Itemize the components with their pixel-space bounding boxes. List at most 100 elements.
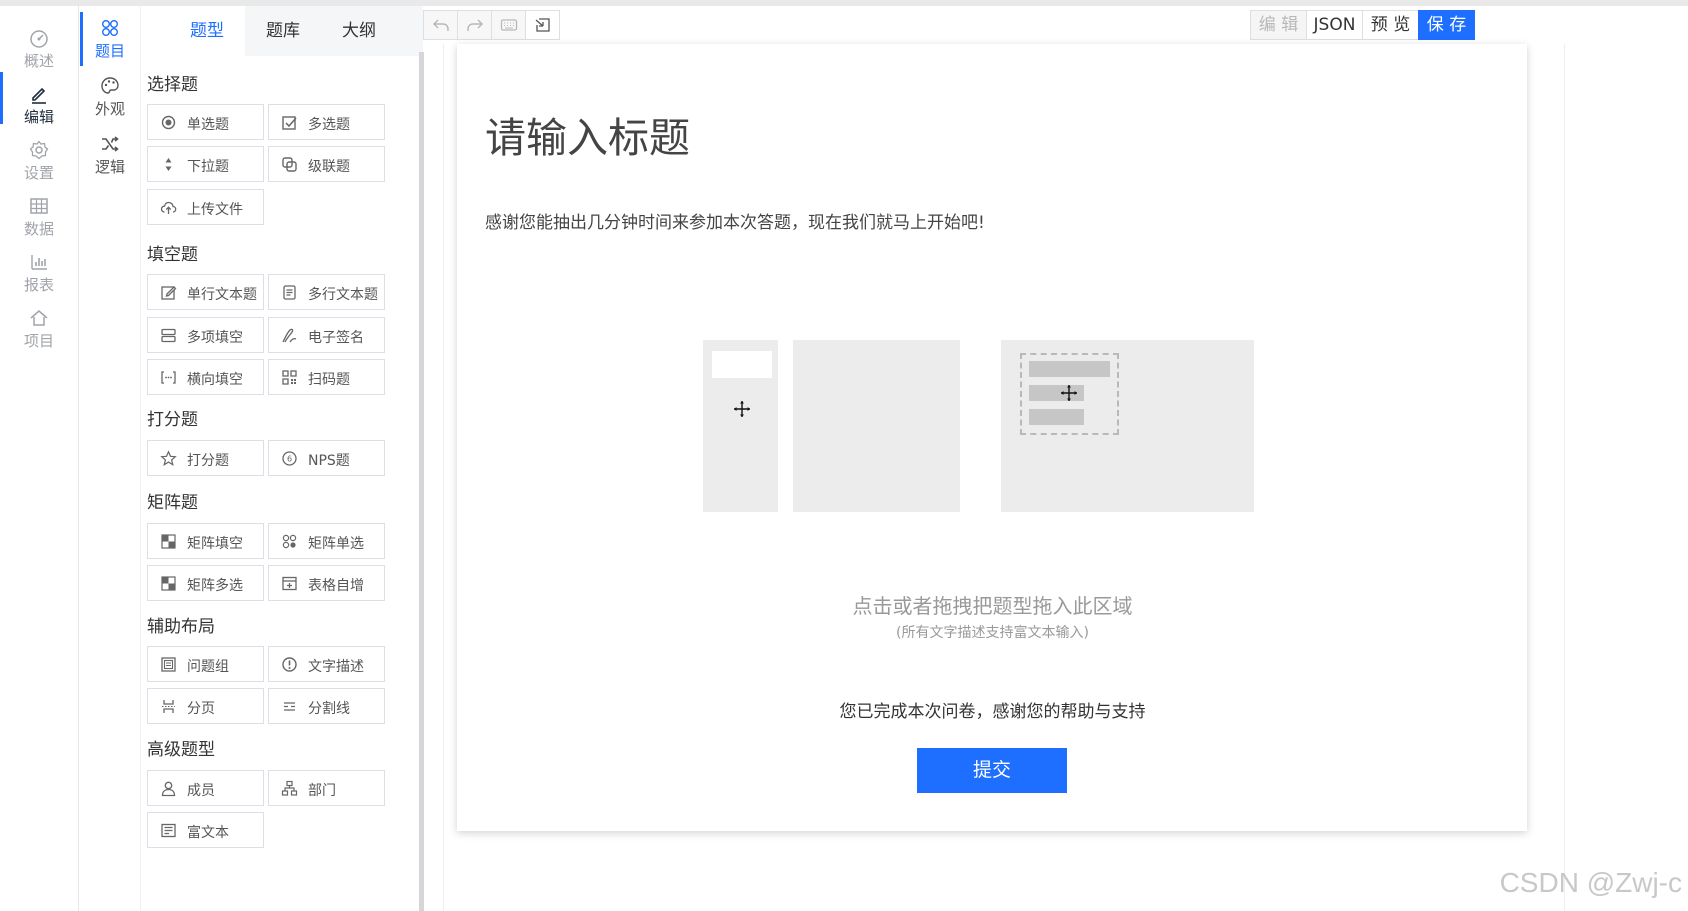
qtype-multi-choice[interactable]: 多选题 (268, 104, 385, 140)
qtype-rich-text[interactable]: 富文本 (147, 812, 264, 848)
palette-tabs: 题型 题库 大纲 (169, 6, 423, 56)
group-title-fill: 填空题 (147, 245, 198, 265)
star-icon (160, 450, 177, 466)
qtype-multi-line-text[interactable]: 多行文本题 (268, 274, 385, 310)
subnav-appearance-label: 外观 (94, 100, 125, 118)
illustration-canvas-panel (793, 340, 960, 512)
cascade-icon (282, 157, 297, 172)
qtype-member[interactable]: 成员 (147, 770, 264, 806)
matrix-grid-icon (161, 534, 176, 549)
qtype-single-line-text[interactable]: 单行文本题 (147, 274, 264, 310)
nav-overview-label: 概述 (23, 52, 54, 70)
qtype-cascade[interactable]: 级联题 (268, 146, 385, 182)
qtype-horizontal-fill[interactable]: 横向填空 (147, 359, 264, 395)
move-cursor-icon (1061, 385, 1077, 401)
qtype-label: 多项填空 (187, 330, 243, 346)
shuffle-icon (102, 136, 119, 152)
keyboard-button[interactable] (491, 10, 526, 40)
palette-icon (101, 77, 119, 94)
subnav-logic-label: 逻辑 (94, 158, 125, 176)
rich-text-icon (161, 823, 176, 838)
edit-button[interactable]: 编 辑 (1250, 10, 1307, 40)
nav-data[interactable]: 数据 (0, 182, 78, 238)
nav-settings-label: 设置 (23, 164, 54, 182)
qtype-label: NPS题 (308, 453, 350, 469)
qtype-department[interactable]: 部门 (268, 770, 385, 806)
palette-scrollbar[interactable] (419, 52, 424, 911)
illustration-bar (1029, 361, 1110, 377)
qtype-label: 上传文件 (187, 202, 243, 218)
qtype-upload-file[interactable]: 上传文件 (147, 189, 264, 225)
group-title-matrix: 矩阵题 (147, 493, 198, 513)
json-button[interactable]: JSON (1306, 10, 1363, 40)
bar-chart-icon (31, 255, 47, 270)
tab-question-types[interactable]: 题型 (169, 6, 245, 56)
cloud-upload-icon (160, 201, 177, 214)
completion-message[interactable]: 您已完成本次问卷，感谢您的帮助与支持 (0, 697, 1688, 722)
subnav-questions-label: 题目 (94, 42, 125, 60)
qtype-label: 富文本 (187, 825, 229, 841)
save-button[interactable]: 保 存 (1418, 10, 1475, 40)
redo-icon (466, 19, 483, 31)
nav-report[interactable]: 报表 (0, 238, 78, 294)
illustration-bar (1029, 409, 1084, 425)
qtype-question-group[interactable]: 问题组 (147, 646, 264, 682)
stacked-fields-icon (161, 328, 176, 343)
redo-button[interactable] (457, 10, 492, 40)
nav-project-label: 项目 (23, 332, 54, 350)
survey-title[interactable]: 请输入标题 (485, 104, 690, 164)
qtype-multi-fill[interactable]: 多项填空 (147, 317, 264, 353)
qtype-nps[interactable]: 6 NPS题 (268, 440, 385, 476)
org-chart-icon (281, 780, 298, 796)
nav-project[interactable]: 项目 (0, 294, 78, 350)
qtype-label: 打分题 (187, 453, 229, 469)
tab-question-bank[interactable]: 题库 (245, 6, 321, 56)
qtype-label: 横向填空 (187, 372, 243, 388)
qtype-rating[interactable]: 打分题 (147, 440, 264, 476)
svg-text:6: 6 (287, 455, 292, 464)
qtype-text-description[interactable]: 文字描述 (268, 646, 385, 682)
qtype-scan-code[interactable]: 扫码题 (268, 359, 385, 395)
subnav-questions[interactable]: 题目 (80, 10, 140, 68)
bracket-ellipsis-icon (161, 371, 176, 384)
undo-button[interactable] (423, 10, 458, 40)
tab-outline[interactable]: 大纲 (321, 6, 397, 56)
main-nav-rail: 概述 编辑 设置 数据 报表 项目 (0, 6, 79, 911)
qtype-label: 矩阵填空 (187, 536, 243, 552)
qtype-label: 下拉题 (187, 159, 229, 175)
qtype-dropdown[interactable]: 下拉题 (147, 146, 264, 182)
nav-edit[interactable]: 编辑 (0, 70, 78, 126)
group-title-choice: 选择题 (147, 75, 198, 95)
move-cursor-icon (734, 401, 750, 417)
qtype-label: 成员 (187, 783, 215, 799)
home-icon (30, 310, 48, 326)
survey-description[interactable]: 感谢您能抽出几分钟时间来参加本次答题，现在我们就马上开始吧! (485, 208, 985, 233)
subnav-appearance[interactable]: 外观 (80, 68, 140, 126)
qtype-matrix-fill[interactable]: 矩阵填空 (147, 523, 264, 559)
table-icon (30, 198, 48, 214)
dashboard-icon (30, 30, 48, 48)
preview-button[interactable]: 预 览 (1362, 10, 1419, 40)
nav-settings[interactable]: 设置 (0, 126, 78, 182)
qtype-signature[interactable]: 电子签名 (268, 317, 385, 353)
nav-overview[interactable]: 概述 (0, 14, 78, 70)
import-button[interactable] (525, 10, 560, 40)
qtype-label: 问题组 (187, 659, 229, 675)
watermark-text: CSDN @Zwj-c (1499, 867, 1682, 898)
submit-button[interactable]: 提交 (917, 748, 1067, 793)
qtype-label: 多选题 (308, 117, 350, 133)
nav-data-label: 数据 (23, 220, 54, 238)
qtype-label: 文字描述 (308, 659, 364, 675)
nav-report-label: 报表 (23, 276, 54, 294)
subnav-logic[interactable]: 逻辑 (80, 126, 140, 184)
radio-icon (161, 115, 176, 130)
keyboard-icon (500, 19, 517, 31)
sort-arrows-icon (165, 158, 172, 171)
qtype-single-choice[interactable]: 单选题 (147, 104, 264, 140)
qtype-matrix-single[interactable]: 矩阵单选 (268, 523, 385, 559)
qtype-label: 扫码题 (308, 372, 350, 388)
matrix-radio-icon (282, 534, 297, 549)
info-circle-icon (282, 657, 297, 672)
qtype-label: 矩阵单选 (308, 536, 364, 552)
signature-pen-icon (282, 328, 297, 343)
